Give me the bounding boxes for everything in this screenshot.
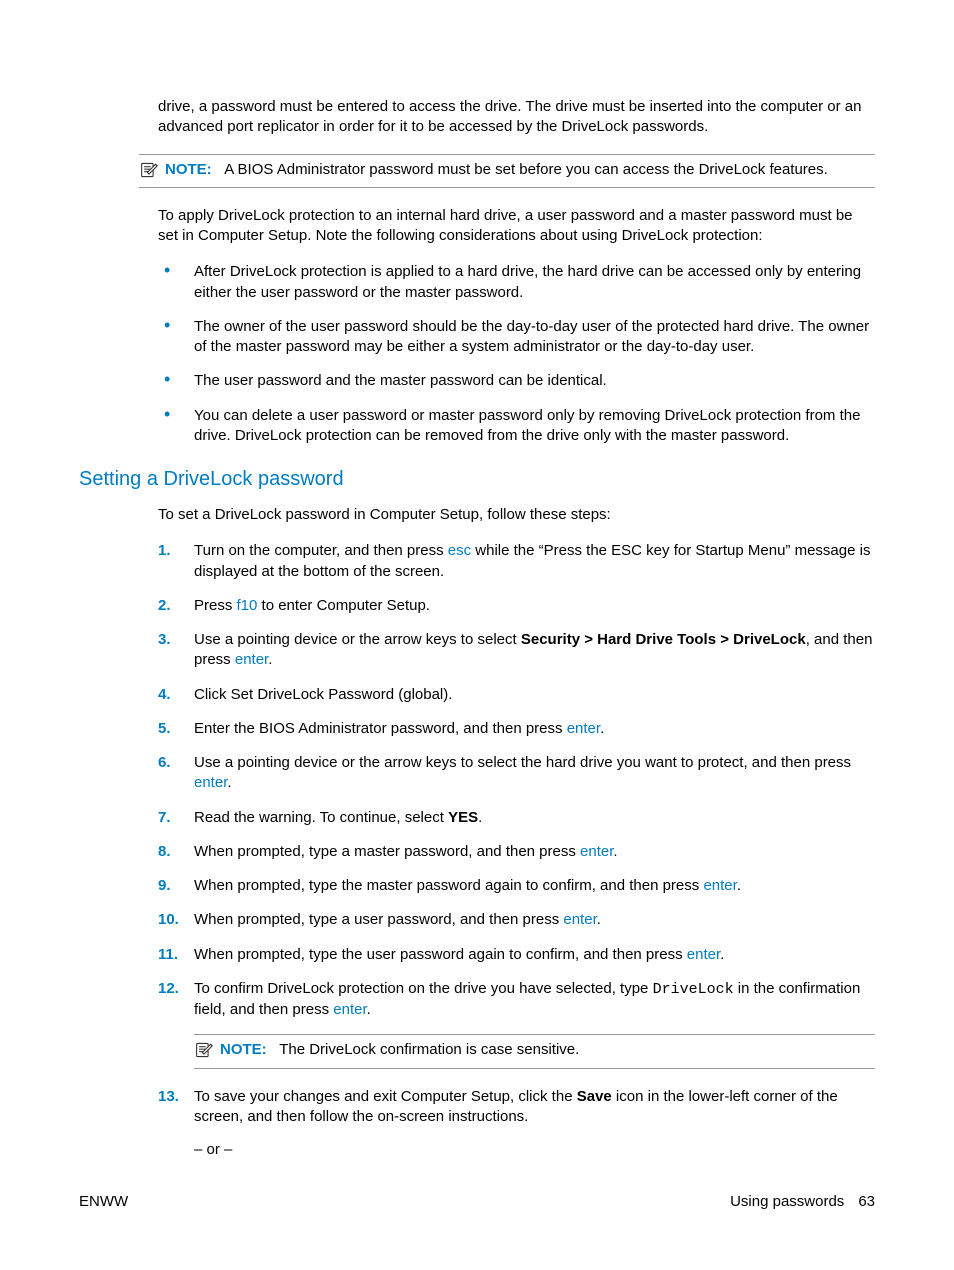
- step-6: 6. Use a pointing device or the arrow ke…: [158, 753, 875, 794]
- note-icon: [194, 1041, 216, 1059]
- note-text: NOTE: The DriveLock confirmation is case…: [220, 1040, 875, 1060]
- step-11: 11. When prompted, type the user passwor…: [158, 945, 875, 965]
- note-bios-admin: NOTE: A BIOS Administrator password must…: [139, 154, 875, 188]
- bullet-text: The user password and the master passwor…: [194, 371, 875, 391]
- ordered-list: 1. Turn on the computer, and then press …: [158, 541, 875, 1158]
- step-number: 7.: [158, 808, 194, 828]
- step-number: 8.: [158, 842, 194, 862]
- step-text: When prompted, type the user password ag…: [194, 945, 875, 965]
- step-13: 13. To save your changes and exit Comput…: [158, 1087, 875, 1128]
- note-label: NOTE:: [220, 1041, 267, 1058]
- keyboard-key: enter: [687, 946, 720, 963]
- bullet-text: After DriveLock protection is applied to…: [194, 262, 875, 303]
- bullet-text: The owner of the user password should be…: [194, 317, 875, 358]
- step-text: To save your changes and exit Computer S…: [194, 1087, 875, 1128]
- step-number: 4.: [158, 685, 194, 705]
- note-text: NOTE: A BIOS Administrator password must…: [165, 160, 875, 180]
- bullet-item: • You can delete a user password or mast…: [158, 406, 875, 447]
- page-number: 63: [858, 1193, 875, 1210]
- bullet-text: You can delete a user password or master…: [194, 406, 875, 447]
- note-case-sensitive: NOTE: The DriveLock confirmation is case…: [194, 1034, 875, 1068]
- bullet-item: • The owner of the user password should …: [158, 317, 875, 358]
- step-4: 4. Click Set DriveLock Password (global)…: [158, 685, 875, 705]
- menu-path: Security > Hard Drive Tools > DriveLock: [521, 631, 806, 648]
- step-8: 8. When prompted, type a master password…: [158, 842, 875, 862]
- keyboard-key: f10: [237, 597, 258, 614]
- step-number: 13.: [158, 1087, 194, 1128]
- footer-left: ENWW: [79, 1193, 128, 1210]
- step-3: 3. Use a pointing device or the arrow ke…: [158, 630, 875, 671]
- section-heading: Setting a DriveLock password: [79, 468, 875, 491]
- keyboard-key: enter: [333, 1001, 366, 1018]
- paragraph-intro-continued: drive, a password must be entered to acc…: [158, 97, 875, 138]
- footer-right: Using passwords63: [730, 1193, 875, 1210]
- step-number: 9.: [158, 876, 194, 896]
- paragraph-after-note: To apply DriveLock protection to an inte…: [158, 206, 875, 247]
- keyboard-key: enter: [194, 774, 227, 791]
- step-text: When prompted, type a user password, and…: [194, 910, 875, 930]
- bullet-item: • After DriveLock protection is applied …: [158, 262, 875, 303]
- note-body: A BIOS Administrator password must be se…: [224, 161, 828, 178]
- note-icon: [139, 161, 161, 179]
- step-number: 10.: [158, 910, 194, 930]
- step-number: 3.: [158, 630, 194, 671]
- step-5: 5. Enter the BIOS Administrator password…: [158, 719, 875, 739]
- bullet-item: • The user password and the master passw…: [158, 371, 875, 391]
- step-text: When prompted, type the master password …: [194, 876, 875, 896]
- mono-text: DriveLock: [653, 981, 734, 998]
- step-number: 1.: [158, 541, 194, 582]
- page-footer: ENWW Using passwords63: [79, 1193, 875, 1210]
- keyboard-key: enter: [235, 651, 268, 668]
- bullet-marker: •: [158, 317, 194, 358]
- bullet-marker: •: [158, 262, 194, 303]
- keyboard-key: enter: [563, 911, 596, 928]
- or-text: – or –: [194, 1141, 875, 1158]
- bold-text: Save: [577, 1088, 612, 1105]
- bullet-marker: •: [158, 406, 194, 447]
- step-text: Read the warning. To continue, select YE…: [194, 808, 875, 828]
- setting-intro: To set a DriveLock password in Computer …: [158, 505, 875, 525]
- step-number: 6.: [158, 753, 194, 794]
- keyboard-key: enter: [703, 877, 736, 894]
- step-text: Press f10 to enter Computer Setup.: [194, 596, 875, 616]
- step-text: When prompted, type a master password, a…: [194, 842, 875, 862]
- step-text: Turn on the computer, and then press esc…: [194, 541, 875, 582]
- document-page: drive, a password must be entered to acc…: [0, 0, 954, 1158]
- step-2: 2. Press f10 to enter Computer Setup.: [158, 596, 875, 616]
- bullet-list: • After DriveLock protection is applied …: [158, 262, 875, 446]
- step-text: Enter the BIOS Administrator password, a…: [194, 719, 875, 739]
- step-number: 5.: [158, 719, 194, 739]
- step-number: 11.: [158, 945, 194, 965]
- step-text: To confirm DriveLock protection on the d…: [194, 979, 875, 1021]
- keyboard-key: enter: [580, 843, 613, 860]
- keyboard-key: esc: [448, 542, 471, 559]
- bold-text: YES: [448, 809, 478, 826]
- keyboard-key: enter: [567, 720, 600, 737]
- step-text: Use a pointing device or the arrow keys …: [194, 630, 875, 671]
- note-body: The DriveLock confirmation is case sensi…: [279, 1041, 579, 1058]
- step-12: 12. To confirm DriveLock protection on t…: [158, 979, 875, 1021]
- step-10: 10. When prompted, type a user password,…: [158, 910, 875, 930]
- note-label: NOTE:: [165, 161, 212, 178]
- step-9: 9. When prompted, type the master passwo…: [158, 876, 875, 896]
- step-7: 7. Read the warning. To continue, select…: [158, 808, 875, 828]
- step-text: Click Set DriveLock Password (global).: [194, 685, 875, 705]
- step-text: Use a pointing device or the arrow keys …: [194, 753, 875, 794]
- step-number: 2.: [158, 596, 194, 616]
- step-1: 1. Turn on the computer, and then press …: [158, 541, 875, 582]
- bullet-marker: •: [158, 371, 194, 391]
- step-number: 12.: [158, 979, 194, 1021]
